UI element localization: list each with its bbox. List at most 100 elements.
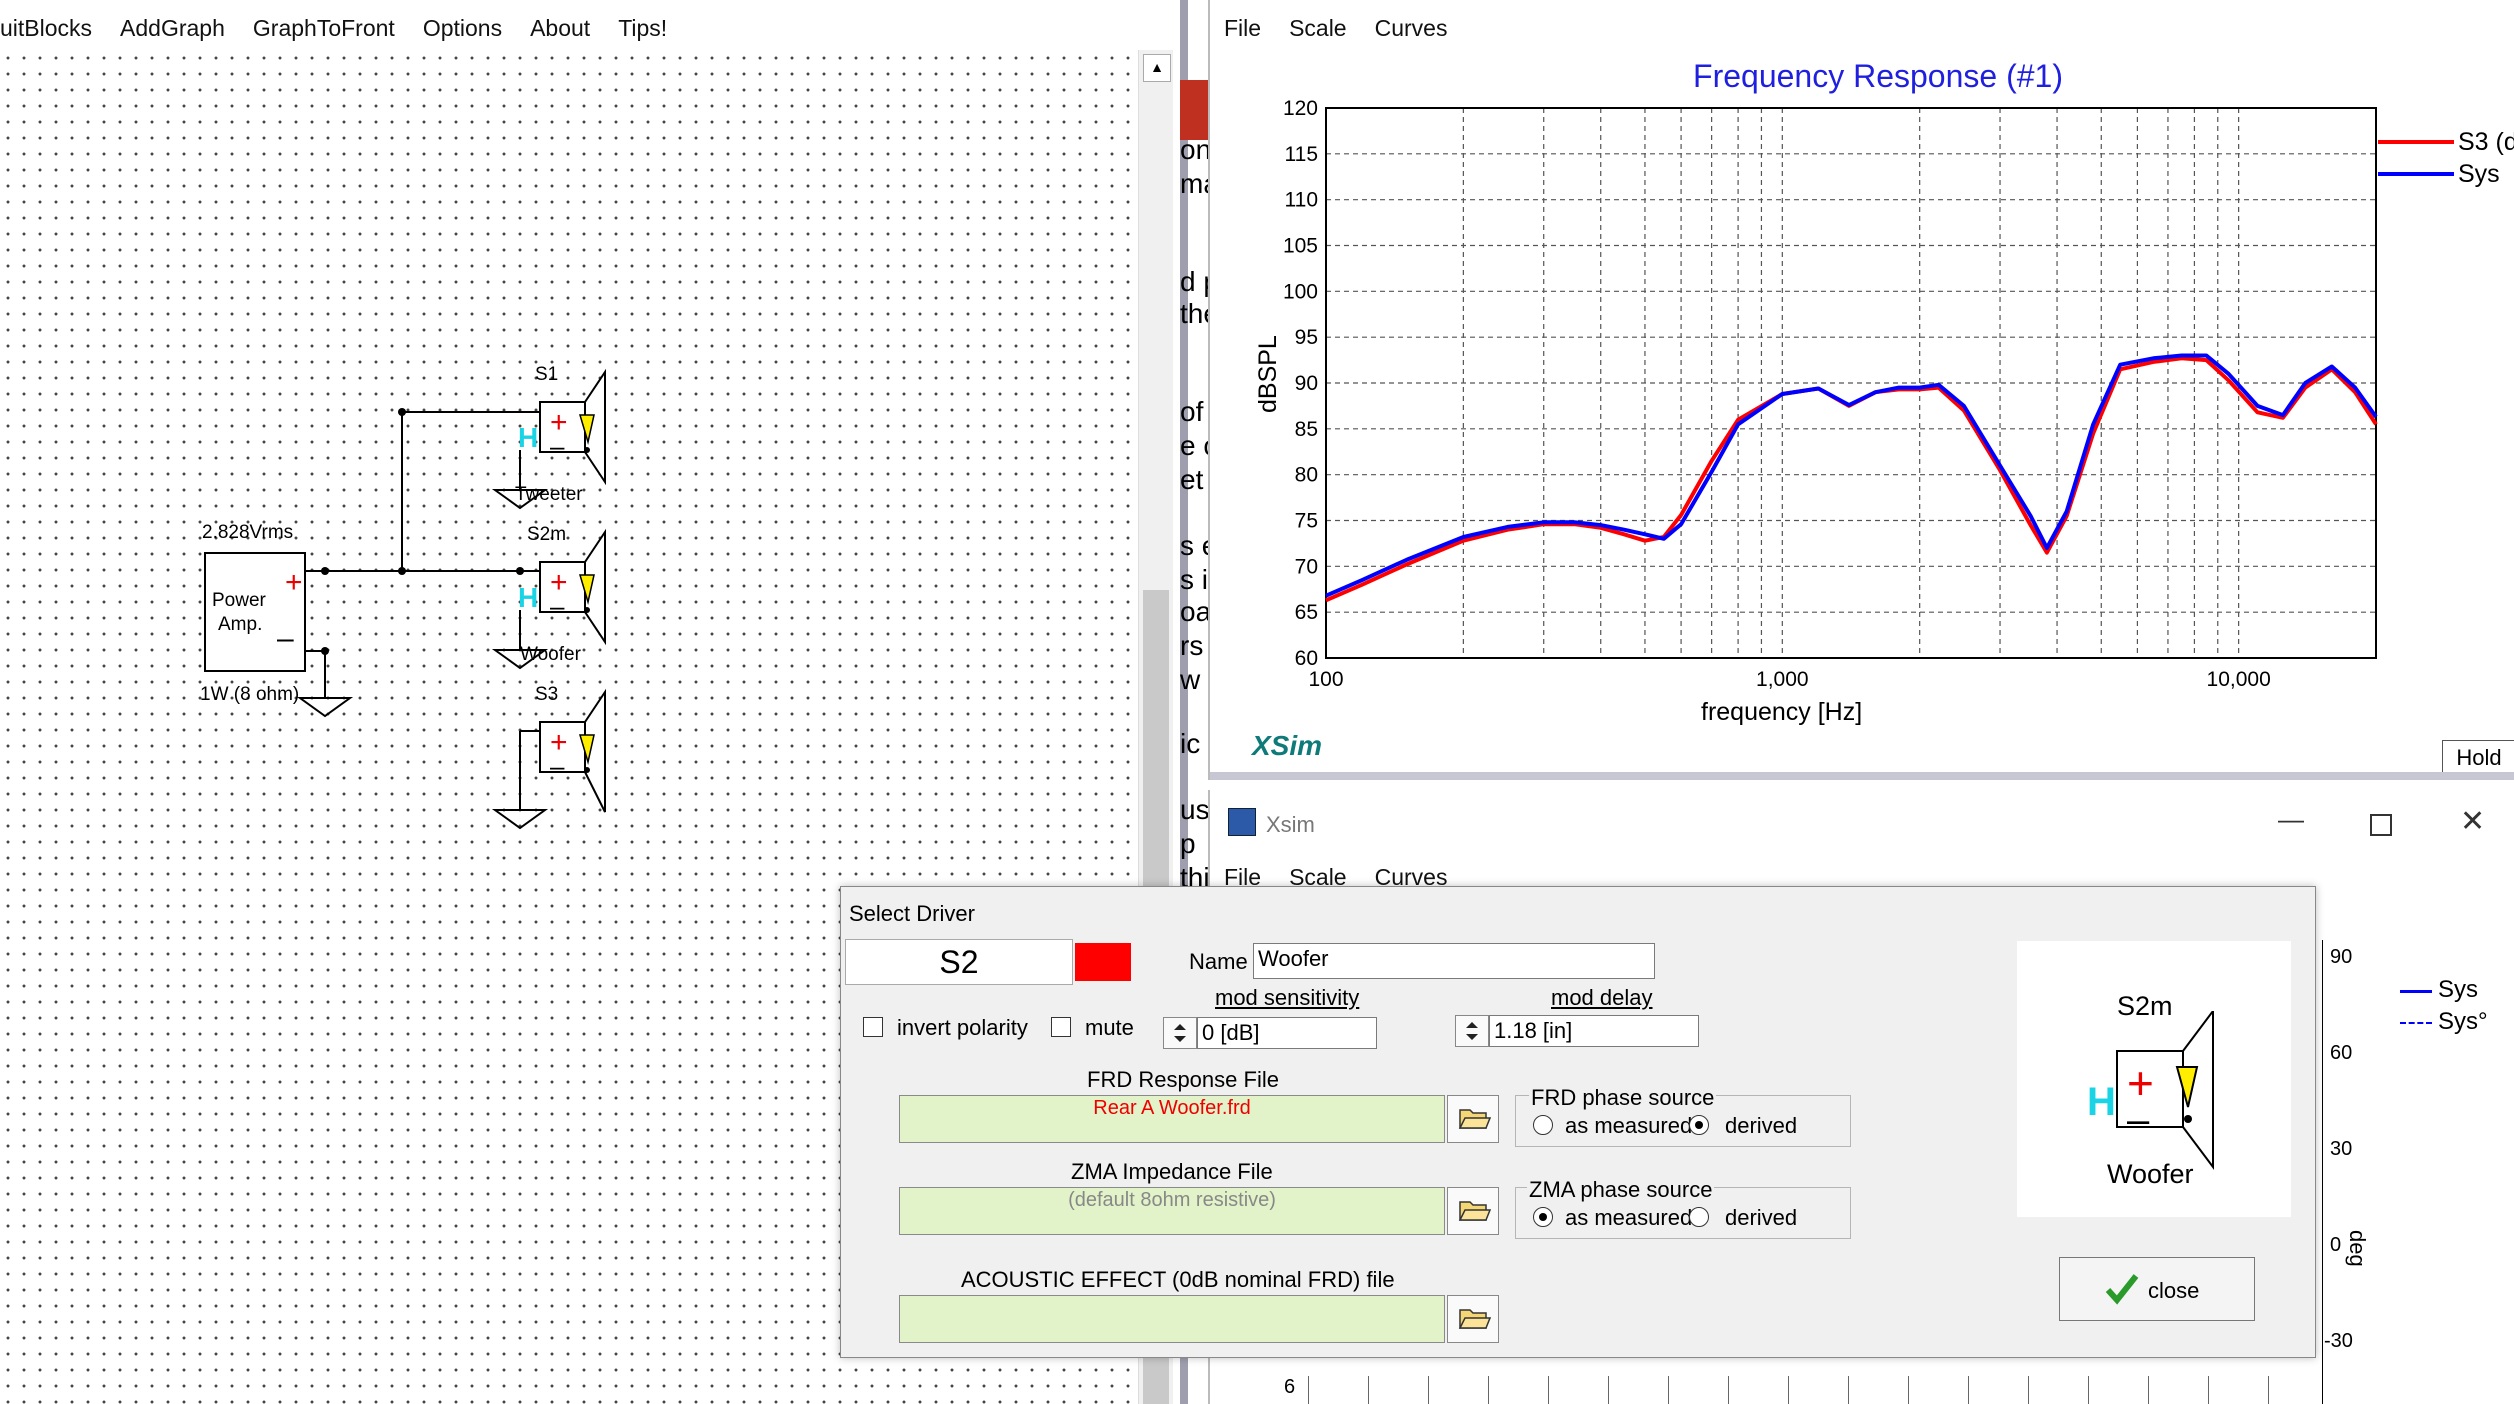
select-driver-dialog: Select Driver S2 Name Woofer invert pola… xyxy=(840,886,2316,1358)
phase-axis-line xyxy=(2322,940,2323,1404)
close-window-icon[interactable]: ✕ xyxy=(2460,804,2485,839)
xsim2-title: Xsim xyxy=(1266,812,1315,837)
phase-tick-60: 60 xyxy=(2330,1042,2353,1064)
svg-text:–: – xyxy=(550,751,565,781)
frd-file-field[interactable]: Rear A Woofer.frd xyxy=(899,1095,1445,1143)
maximize-icon[interactable] xyxy=(2370,814,2392,836)
y-tick-label: 90 xyxy=(1295,372,1318,395)
hold-button[interactable]: Hold xyxy=(2442,740,2514,776)
y-tick-label: 65 xyxy=(1295,601,1318,624)
folder-open-icon xyxy=(1458,1309,1492,1329)
x-axis-label: frequency [Hz] xyxy=(1701,698,1862,726)
schematic-menubar: uitBlocks AddGraph GraphToFront Options … xyxy=(0,10,696,46)
mod-sensitivity-input[interactable]: 0 [dB] xyxy=(1197,1017,1377,1049)
menu-circuit-blocks[interactable]: uitBlocks xyxy=(0,15,92,42)
svg-text:–: – xyxy=(2127,1098,2150,1142)
preview-driver-name: Woofer xyxy=(2107,1159,2194,1189)
graph-menu-file[interactable]: File xyxy=(1224,15,1261,42)
speaker-icon: H + – xyxy=(2087,1011,2214,1170)
invert-polarity-label: invert polarity xyxy=(897,1015,1028,1040)
x-tick-label: 10,000 xyxy=(2207,668,2271,691)
bg-text-12: ic xyxy=(1180,728,1201,759)
acoustic-effect-field[interactable] xyxy=(899,1295,1445,1343)
bg-text-10: rs xyxy=(1180,630,1204,661)
svg-text:H: H xyxy=(2087,1080,2116,1124)
spinner-arrows-icon xyxy=(1174,1024,1186,1042)
zma-file-field[interactable]: (default 8ohm resistive) xyxy=(899,1187,1445,1235)
frd-phase-as-measured-radio[interactable] xyxy=(1533,1115,1553,1135)
zma-phase-derived-radio[interactable] xyxy=(1689,1207,1709,1227)
menu-about[interactable]: About xyxy=(530,15,590,42)
bg-text-13: ust xyxy=(1180,794,1210,825)
zma-derived-label: derived xyxy=(1725,1205,1798,1230)
graph-menu-curves[interactable]: Curves xyxy=(1375,15,1448,42)
phase-axis-label: deg xyxy=(2345,1230,2370,1267)
graph-window-border xyxy=(1210,772,2514,780)
driver-s2m-id: S2m xyxy=(527,524,567,545)
close-button[interactable]: close xyxy=(2059,1257,2255,1321)
zma-browse-button[interactable] xyxy=(1447,1187,1499,1235)
legend-sys-phase-line xyxy=(2400,1022,2432,1024)
folder-open-icon xyxy=(1458,1109,1492,1129)
bg-text-1: ma xyxy=(1180,168,1210,199)
legend-spacer xyxy=(2378,70,2454,102)
phase-tick-90: 90 xyxy=(2330,946,2353,968)
frd-phase-derived-radio[interactable] xyxy=(1689,1115,1709,1135)
menu-tips[interactable]: Tips! xyxy=(618,15,667,42)
bg-text-9: oa xyxy=(1180,596,1210,627)
legend-sys-line xyxy=(2400,990,2432,993)
driver-s2m-name: Woofer xyxy=(520,644,581,665)
frd-derived-label: derived xyxy=(1725,1113,1798,1138)
y-tick-label: 110 xyxy=(1285,189,1318,212)
mod-sensitivity-spinner[interactable] xyxy=(1163,1017,1197,1049)
graph-menu-scale[interactable]: Scale xyxy=(1289,15,1347,42)
menu-add-graph[interactable]: AddGraph xyxy=(120,15,225,42)
y-axis-label: dBSPL xyxy=(1254,335,1282,413)
driver-color-swatch[interactable] xyxy=(1075,943,1131,981)
y-tick-label: 100 xyxy=(1283,280,1318,303)
schematic-wires xyxy=(306,411,540,810)
y-tick-label: 70 xyxy=(1295,555,1318,578)
speaker-s3-symbol[interactable]: + – xyxy=(539,688,606,813)
bg-text-2: d p xyxy=(1180,266,1210,297)
frd-browse-button[interactable] xyxy=(1447,1095,1499,1143)
frd-file-label: FRD Response File xyxy=(1087,1067,1279,1092)
mod-delay-spinner[interactable] xyxy=(1455,1015,1489,1047)
amp-label-line2: Amp. xyxy=(218,614,263,635)
legend-sys-label: Sys xyxy=(2438,976,2479,1003)
xsim-app-icon xyxy=(1228,808,1256,836)
series-line-s3-driver-only xyxy=(1325,356,2378,603)
driver-preview-panel: S2m H + – Woofer xyxy=(2017,941,2291,1217)
bg-text-5: e c xyxy=(1180,430,1210,461)
menu-graph-to-front[interactable]: GraphToFront xyxy=(253,15,395,42)
power-amp-symbol[interactable]: + – xyxy=(204,552,306,672)
dialog-title: Select Driver xyxy=(849,901,975,926)
phase-tick-30: 30 xyxy=(2330,1138,2353,1160)
y-tick-label: 60 xyxy=(1295,647,1318,670)
driver-id-display: S2 xyxy=(845,939,1073,985)
ground-symbols xyxy=(296,489,549,830)
scroll-up-arrow-icon[interactable]: ▲ xyxy=(1143,54,1171,82)
zma-phase-as-measured-radio[interactable] xyxy=(1533,1207,1553,1227)
amp-power-label: 1W (8 ohm) xyxy=(200,684,300,705)
speaker-s1-symbol[interactable]: H + – xyxy=(518,368,606,486)
svg-text:–: – xyxy=(550,591,565,621)
invert-polarity-checkbox[interactable] xyxy=(863,1017,883,1037)
legend-sys-phase-label: Sys° xyxy=(2438,1008,2488,1035)
frequency-response-chart[interactable]: 60 65 70 75 80 85 90 95 100 105 110 115 120 100 1,000 1… xyxy=(1210,70,2514,770)
driver-name-input[interactable]: Woofer xyxy=(1253,943,1655,979)
mod-delay-input[interactable]: 1.18 [in] xyxy=(1489,1015,1699,1047)
amp-voltage-label: 2.828Vrms xyxy=(202,522,294,543)
acoustic-effect-label: ACOUSTIC EFFECT (0dB nominal FRD) file xyxy=(961,1267,1395,1292)
y-tick-label: 80 xyxy=(1295,464,1318,487)
y-tick-label: 115 xyxy=(1285,143,1318,166)
speaker-s2m-symbol[interactable]: H + – xyxy=(518,528,606,646)
bg-text-14: p xyxy=(1180,828,1196,859)
name-label: Name xyxy=(1189,949,1248,974)
menu-options[interactable]: Options xyxy=(423,15,502,42)
mute-checkbox[interactable] xyxy=(1051,1017,1071,1037)
acoustic-browse-button[interactable] xyxy=(1447,1295,1499,1343)
minimize-icon[interactable]: — xyxy=(2278,804,2304,835)
amp-label-line1: Power xyxy=(212,590,266,611)
bg-text-6: et xyxy=(1180,464,1204,495)
